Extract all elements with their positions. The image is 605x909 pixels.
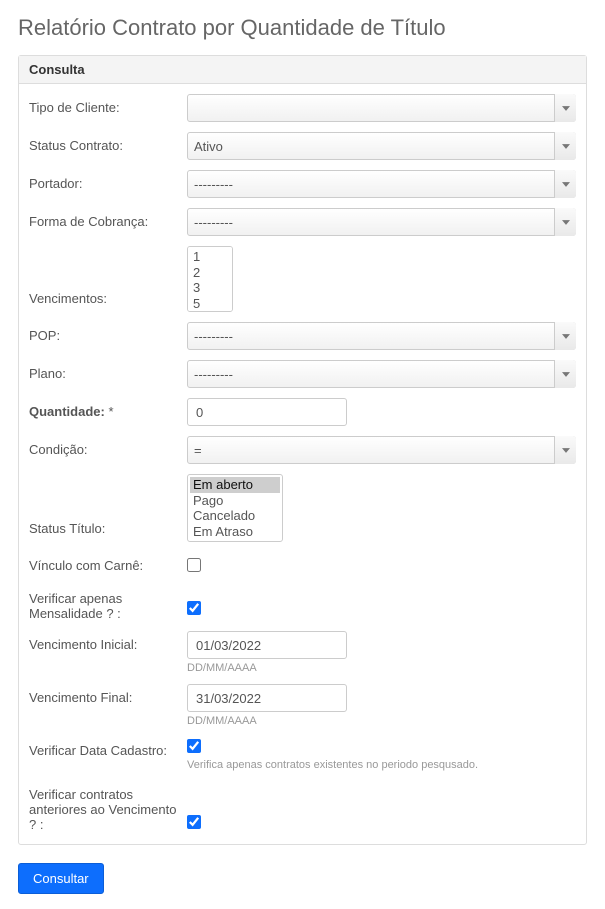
condicao-label: Condição: — [29, 436, 187, 457]
list-item[interactable]: Cancelado — [190, 508, 280, 524]
condicao-select[interactable]: = — [187, 436, 576, 464]
date-format-help: DD/MM/AAAA — [187, 662, 576, 674]
list-item[interactable]: 2 — [190, 265, 230, 281]
quantidade-input[interactable] — [187, 398, 347, 426]
verificar-contratos-anteriores-label: Verificar contratos anteriores ao Vencim… — [29, 781, 187, 832]
vencimentos-listbox[interactable]: 1 2 3 5 — [187, 246, 233, 312]
portador-select[interactable]: --------- — [187, 170, 576, 198]
plano-select[interactable]: --------- — [187, 360, 576, 388]
verificar-data-cadastro-label: Verificar Data Cadastro: — [29, 737, 187, 758]
list-item[interactable]: Em aberto — [190, 477, 280, 493]
vencimentos-label: Vencimentos: — [29, 291, 187, 312]
verificar-mensalidade-label: Verificar apenas Mensalidade ? : — [29, 585, 187, 621]
vinculo-carne-label: Vínculo com Carnê: — [29, 552, 187, 573]
status-titulo-listbox[interactable]: Em aberto Pago Cancelado Em Atraso — [187, 474, 283, 542]
forma-cobranca-label: Forma de Cobrança: — [29, 208, 187, 229]
list-item[interactable]: 3 — [190, 280, 230, 296]
forma-cobranca-select[interactable]: --------- — [187, 208, 576, 236]
pop-label: POP: — [29, 322, 187, 343]
vencimento-inicial-input[interactable] — [187, 631, 347, 659]
verificar-mensalidade-checkbox[interactable] — [187, 601, 201, 615]
plano-label: Plano: — [29, 360, 187, 381]
verificar-contratos-anteriores-checkbox[interactable] — [187, 815, 201, 829]
tipo-cliente-label: Tipo de Cliente: — [29, 94, 187, 115]
consulta-panel: Consulta Tipo de Cliente: Status Contrat… — [18, 55, 587, 845]
quantidade-label: Quantidade: * — [29, 398, 187, 419]
list-item[interactable]: 5 — [190, 296, 230, 312]
portador-label: Portador: — [29, 170, 187, 191]
page-title: Relatório Contrato por Quantidade de Tít… — [18, 15, 587, 41]
verificar-data-cadastro-help: Verifica apenas contratos existentes no … — [187, 759, 576, 771]
list-item[interactable]: Em Atraso — [190, 524, 280, 540]
status-contrato-label: Status Contrato: — [29, 132, 187, 153]
date-format-help: DD/MM/AAAA — [187, 715, 576, 727]
verificar-data-cadastro-checkbox[interactable] — [187, 739, 201, 753]
vencimento-final-label: Vencimento Final: — [29, 684, 187, 705]
status-titulo-label: Status Título: — [29, 521, 187, 542]
vencimento-final-input[interactable] — [187, 684, 347, 712]
panel-heading: Consulta — [19, 56, 586, 84]
status-contrato-select[interactable]: Ativo — [187, 132, 576, 160]
vinculo-carne-checkbox[interactable] — [187, 558, 201, 572]
list-item[interactable]: 1 — [190, 249, 230, 265]
list-item[interactable]: Pago — [190, 493, 280, 509]
pop-select[interactable]: --------- — [187, 322, 576, 350]
vencimento-inicial-label: Vencimento Inicial: — [29, 631, 187, 652]
tipo-cliente-select[interactable] — [187, 94, 576, 122]
